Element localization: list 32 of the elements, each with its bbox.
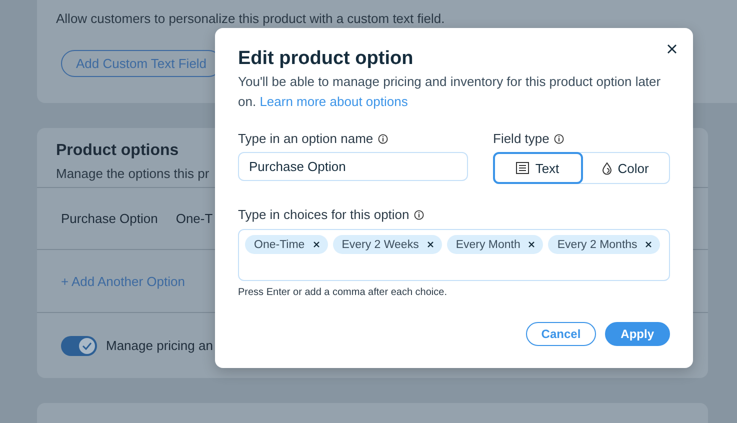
- close-icon[interactable]: [667, 44, 677, 54]
- option-name-field[interactable]: Purchase Option: [238, 152, 468, 181]
- remove-icon[interactable]: [312, 241, 320, 248]
- option-choices: One-T: [176, 211, 213, 226]
- field-label: Type in an option name: [238, 131, 374, 146]
- learn-more-link[interactable]: Learn more about options: [260, 94, 408, 109]
- dialog-title: Edit product option: [238, 48, 414, 70]
- field-label: Field type: [493, 131, 550, 146]
- card-title: Product options: [56, 142, 179, 160]
- add-another-option-link[interactable]: + Add Another Option: [61, 274, 185, 288]
- option-name: Purchase Option: [61, 211, 158, 226]
- card-description: Allow customers to personalize this product with a custom text field.: [56, 11, 445, 26]
- apply-button[interactable]: Apply: [604, 322, 670, 346]
- toggle-label: Manage pricing an: [106, 338, 213, 353]
- toggle-switch[interactable]: [61, 336, 97, 356]
- remove-icon[interactable]: [528, 241, 536, 248]
- info-icon: [554, 134, 564, 144]
- check-icon: [82, 342, 92, 350]
- tag-label: Every Month: [456, 238, 520, 250]
- dialog-description: You'll be able to manage pricing and inventory for this product option later on. Learn more about options: [238, 73, 662, 111]
- remove-icon[interactable]: [645, 241, 652, 248]
- info-icon: [414, 210, 424, 220]
- card-description: Manage the options this pr: [56, 166, 210, 181]
- cancel-button[interactable]: Cancel: [526, 322, 596, 346]
- hint-text: Press Enter or add a comma after each choice.: [238, 287, 448, 298]
- info-icon: [378, 134, 388, 144]
- remove-icon[interactable]: [426, 241, 434, 248]
- tag-label: One-Time: [254, 238, 305, 250]
- choices-field[interactable]: One-Time Every 2 Weeks Every Month Every 2 Months: [238, 229, 670, 281]
- tag-label: Every 2 Weeks: [342, 238, 419, 250]
- tag-label: Every 2 Months: [557, 238, 638, 250]
- field-label: Type in choices for this option: [238, 207, 410, 222]
